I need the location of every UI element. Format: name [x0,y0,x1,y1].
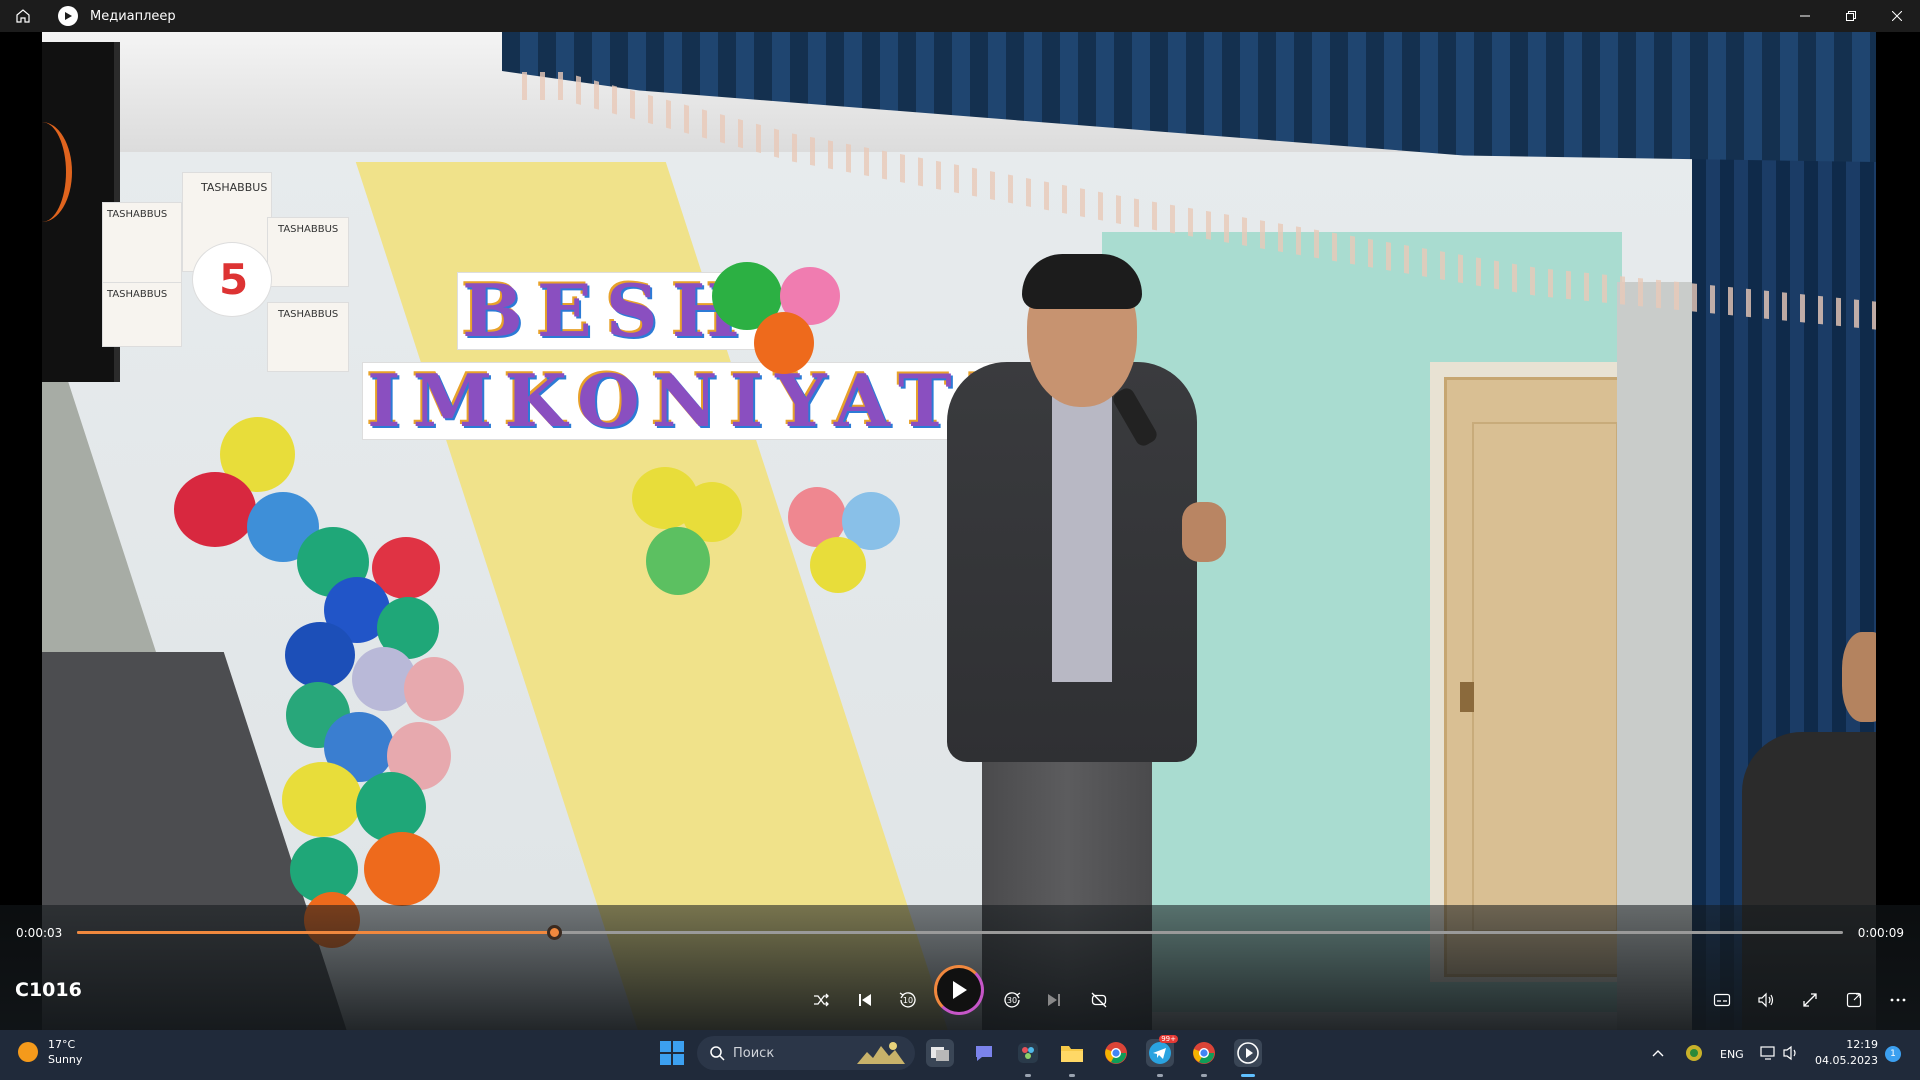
minimize-button[interactable] [1782,0,1828,32]
language-indicator[interactable]: ENG [1720,1048,1744,1061]
search-placeholder: Поиск [733,1045,775,1061]
tray-volume-button[interactable] [1781,1041,1803,1065]
volume-icon [1758,992,1774,1008]
restore-button[interactable] [1828,0,1874,32]
speaker-icon [1783,1045,1796,1061]
close-button[interactable] [1874,0,1920,32]
volume-button[interactable] [1750,984,1782,1016]
weather-widget[interactable]: 17°C Sunny [18,1037,82,1067]
search-icon [710,1046,725,1061]
current-time: 0:00:03 [16,926,63,940]
poster-number-badge: 5 [192,242,272,317]
notification-badge[interactable]: 1 [1885,1046,1901,1062]
clock-date: 04.05.2023 [1815,1054,1878,1067]
fullscreen-button[interactable] [1794,984,1826,1016]
telegram-icon [1149,1042,1171,1064]
taskbar: 17°C Sunny Поиск 99+ ENG 12:19 04.05.202… [0,1030,1920,1080]
weather-temp: 17°C [48,1038,76,1051]
teams-chat-button[interactable] [970,1039,998,1067]
minimize-icon [1800,15,1810,17]
banner-line-2: IMKONIYAT" [362,362,1019,440]
player-controls: 0:00:03 0:00:09 C1016 10 30 [0,905,1920,1030]
video-frame[interactable]: TASHABBUS TASHABBUS 5 TASHABBUS TASHABBU… [0,32,1920,1030]
poster: TASHABBUS [267,217,349,287]
davinci-resolve-button[interactable] [1014,1039,1042,1067]
skip-back-label: 10 [902,996,914,1005]
poster: TASHABBUS [267,302,349,372]
shuffle-button[interactable] [805,984,837,1016]
seek-bar[interactable] [77,925,1843,940]
video-scene: TASHABBUS TASHABBUS 5 TASHABBUS TASHABBU… [42,32,1876,1030]
chrome-icon [1193,1042,1215,1064]
home-icon [16,9,30,23]
file-explorer-button[interactable] [1058,1039,1086,1067]
next-button[interactable] [1038,984,1070,1016]
media-player-app-icon [58,6,78,26]
folder-icon [1061,1046,1083,1062]
subtitles-button[interactable] [1706,984,1738,1016]
windows-logo-icon [660,1041,671,1052]
media-player-taskbar-button[interactable] [1234,1039,1262,1067]
clock[interactable]: 12:19 04.05.2023 [1812,1038,1878,1067]
play-button[interactable] [934,965,984,1015]
skip-back-button[interactable]: 10 [892,984,924,1016]
more-icon [1890,998,1906,1002]
chrome-icon [1105,1042,1127,1064]
davinci-resolve-icon [1018,1043,1038,1063]
media-title: C1016 [15,979,82,1001]
poster: TASHABBUS [102,202,182,292]
clock-time: 12:19 [1846,1038,1878,1051]
more-options-button[interactable] [1882,984,1914,1016]
task-view-button[interactable] [926,1039,954,1067]
teams-chat-icon [976,1046,992,1061]
restore-icon [1846,11,1856,21]
seek-bar-progress [77,931,554,934]
chrome-button[interactable] [1102,1039,1130,1067]
repeat-button[interactable] [1083,984,1115,1016]
network-icon [1760,1046,1775,1060]
repeat-off-icon [1091,992,1107,1008]
skip-forward-button[interactable]: 30 [996,984,1028,1016]
show-hidden-icons-button[interactable] [1648,1041,1668,1065]
skip-forward-label: 30 [1006,996,1018,1005]
chevron-up-icon [1652,1050,1664,1057]
search-highlight-icon [857,1042,905,1064]
start-button[interactable] [660,1041,684,1065]
window-title: Медиаплеер [90,8,176,24]
chrome-button-2[interactable] [1190,1039,1218,1067]
mini-player-icon [1846,992,1862,1008]
next-icon [1048,994,1060,1006]
weather-desc: Sunny [48,1053,83,1066]
home-button[interactable] [0,0,46,32]
fullscreen-icon [1803,993,1817,1007]
subtitles-icon [1713,993,1731,1007]
telegram-button[interactable]: 99+ [1146,1035,1178,1067]
play-icon [953,981,967,999]
telegram-badge: 99+ [1159,1035,1178,1043]
network-button[interactable] [1758,1041,1780,1065]
mini-player-button[interactable] [1838,984,1870,1016]
tray-app-icon [1686,1045,1702,1061]
media-player-icon [1237,1042,1259,1064]
shuffle-icon [814,993,829,1007]
tray-app-button[interactable] [1682,1041,1706,1065]
sun-icon [18,1042,38,1062]
seek-bar-thumb[interactable] [546,925,562,940]
total-time: 0:00:09 [1857,926,1904,940]
poster: TASHABBUS [102,282,182,347]
previous-button[interactable] [849,984,881,1016]
title-bar: Медиаплеер [0,0,1920,32]
previous-icon [859,994,871,1006]
taskbar-search[interactable]: Поиск [697,1036,915,1070]
close-icon [1892,11,1902,21]
task-view-icon [931,1047,949,1061]
